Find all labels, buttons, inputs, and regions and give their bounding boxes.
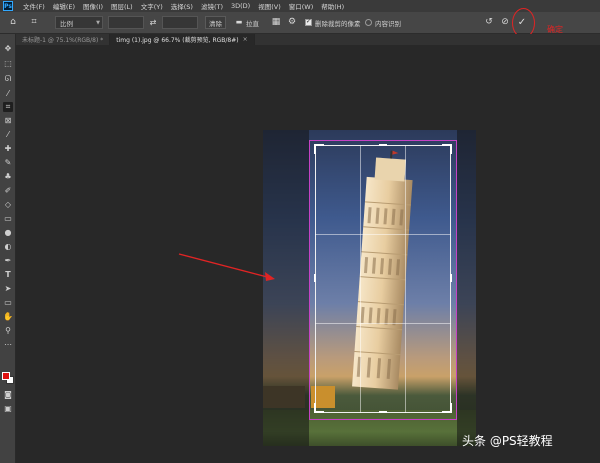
gear-icon[interactable]: ⚙ [285,15,299,29]
dodge-icon[interactable]: ◐ [3,242,13,252]
tab-label: timg (1).jpg @ 66.7% (裁剪预览, RGB/8#) [116,37,239,44]
foreground-color-swatch[interactable] [2,372,10,380]
document-tab-bar: 未标题-1 @ 75.1%(RGB/8) * timg (1).jpg @ 66… [16,34,600,45]
eraser-icon[interactable]: ◇ [3,200,13,210]
watermark-text: 头条 @PS轻教程 [462,434,553,448]
menu-3d[interactable]: 3D(D) [227,2,254,10]
width-field[interactable] [108,16,144,29]
options-bar: ⌂ ⌗ 比例 ▼ ⇄ 清除 ▬ 拉直 ▦ ⚙ 删除裁剪的像素 内容识别 ↺ ⊘ … [0,12,600,34]
crop-grid-line [315,234,451,235]
crop-handle-left[interactable] [314,274,316,282]
crop-handle-top-left[interactable] [314,144,316,154]
menu-file[interactable]: 文件(F) [19,1,49,11]
marquee-icon[interactable]: ⬚ [3,59,13,69]
checkbox-checked-icon [305,18,312,26]
delete-pixels-label: 删除裁剪的像素 [315,19,361,28]
menu-type[interactable]: 文字(Y) [137,1,167,11]
ratio-select[interactable]: 比例 ▼ [55,16,103,29]
reset-icon[interactable]: ↺ [482,15,496,29]
frame-icon[interactable]: ⊠ [3,116,13,126]
crop-handle-top-right[interactable] [450,144,452,154]
menu-select[interactable]: 选择(S) [167,1,197,11]
crop-grid-line [405,145,406,413]
type-icon[interactable]: T [3,270,13,280]
screen-mode-icon[interactable]: ▣ [3,404,13,414]
move-icon[interactable]: ✥ [3,44,13,54]
tab-untitled[interactable]: 未标题-1 @ 75.1%(RGB/8) * [16,34,111,45]
delete-cropped-pixels-checkbox[interactable]: 删除裁剪的像素 [305,16,361,29]
lasso-icon[interactable]: ᘏ [3,74,13,84]
quick-mask-icon[interactable]: ◙ [3,390,13,400]
gradient-icon[interactable]: ▭ [3,214,13,224]
crop-icon[interactable]: ⌗ [3,102,13,112]
tab-label: 未标题-1 @ 75.1%(RGB/8) * [22,37,104,44]
cancel-icon[interactable]: ⊘ [498,15,512,29]
height-field[interactable] [162,16,198,29]
swap-icon[interactable]: ⇄ [146,15,160,29]
crop-handle-bottom-right[interactable] [450,403,452,413]
straighten-icon[interactable]: ▬ [232,15,246,29]
stamp-icon[interactable]: ♣ [3,172,13,182]
crop-grid-line [315,323,451,324]
blur-icon[interactable]: ● [3,228,13,238]
chevron-down-icon: ▼ [96,19,100,26]
healing-icon[interactable]: ✚ [3,144,13,154]
magic-wand-icon[interactable]: ⁄ [3,89,13,99]
menu-window[interactable]: 窗口(W) [285,1,318,11]
photoshop-logo-icon[interactable]: Ps [3,1,13,11]
straighten-label[interactable]: 拉直 [246,16,259,29]
crop-handle-right[interactable] [450,274,452,282]
crop-handle-top[interactable] [379,144,387,146]
tools-panel: ✥ ⬚ ᘏ ⁄ ⌗ ⊠ ⁄ ✚ ✎ ♣ ✐ ◇ ▭ ● ◐ ✒ T ➤ ▭ ✋ … [0,34,16,463]
eyedropper-icon[interactable]: ⁄ [3,130,13,140]
path-select-icon[interactable]: ➤ [3,284,13,294]
ratio-select-value: 比例 [60,19,73,28]
more-icon[interactable]: ⋯ [3,340,13,350]
brush-icon[interactable]: ✎ [3,158,13,168]
menu-edit[interactable]: 编辑(E) [49,1,79,11]
content-aware-label: 内容识别 [375,19,401,28]
overlay-grid-icon[interactable]: ▦ [269,15,283,29]
crop-handle-bottom-left[interactable] [314,403,316,413]
crop-shield-right [457,130,476,446]
crop-preset-icon[interactable]: ⌗ [27,15,41,29]
clear-button[interactable]: 清除 [205,16,226,29]
rectangle-icon[interactable]: ▭ [3,298,13,308]
menu-bar: Ps 文件(F) 编辑(E) 图像(I) 图层(L) 文字(Y) 选择(S) 滤… [0,0,600,12]
menu-layer[interactable]: 图层(L) [107,1,137,11]
tab-timg[interactable]: timg (1).jpg @ 66.7% (裁剪预览, RGB/8#) × [110,34,255,45]
crop-handle-bottom[interactable] [379,411,387,413]
annotation-arrow-icon [178,253,275,281]
history-brush-icon[interactable]: ✐ [3,186,13,196]
crop-shield-left [263,130,309,446]
menu-filter[interactable]: 滤镜(T) [197,1,227,11]
crop-grid-line [360,145,361,413]
hand-icon[interactable]: ✋ [3,312,13,322]
menu-help[interactable]: 帮助(H) [317,1,348,11]
home-icon[interactable]: ⌂ [6,15,20,29]
radio-icon [365,19,372,26]
pen-icon[interactable]: ✒ [3,256,13,266]
crop-box[interactable] [315,145,451,413]
menu-view[interactable]: 视图(V) [254,1,285,11]
close-icon[interactable]: × [243,36,248,43]
zoom-icon[interactable]: ⚲ [3,326,13,336]
menu-image[interactable]: 图像(I) [79,1,107,11]
content-aware-option[interactable]: 内容识别 [365,16,401,29]
